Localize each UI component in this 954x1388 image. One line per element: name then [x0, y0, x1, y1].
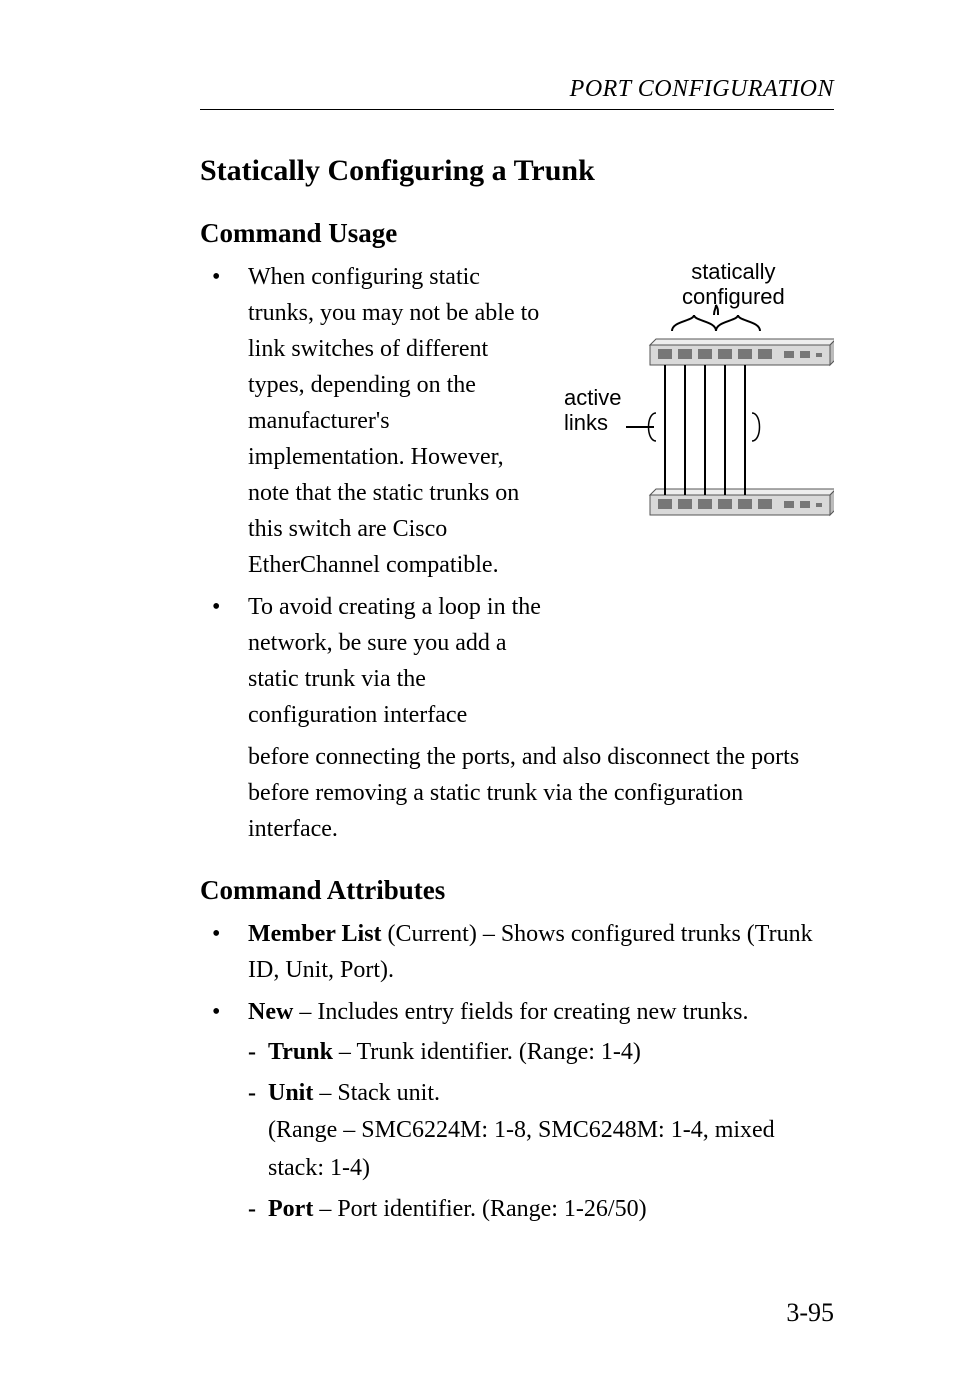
running-head-text: PORT CONFIGURATION — [570, 76, 834, 102]
command-attributes-heading: Command Attributes — [200, 875, 834, 906]
trunk-diagram: statically configured active links — [564, 259, 834, 539]
diagram-svg — [564, 259, 834, 539]
command-usage-heading: Command Usage — [200, 218, 834, 249]
sub-port-label: Port — [268, 1196, 313, 1222]
attr-new-label: New — [248, 999, 293, 1025]
usage-continuation: before connecting the ports, and also di… — [248, 739, 834, 847]
sub-unit-line2: (Range – SMC6224M: 1-8, SMC6248M: 1-4, m… — [268, 1117, 775, 1180]
sub-port-rest: – Port identifier. (Range: 1-26/50) — [313, 1196, 646, 1222]
attribute-item: Member List (Current) – Shows configured… — [200, 916, 834, 988]
switch-bottom-icon — [650, 489, 834, 515]
sub-trunk-label: Trunk — [268, 1039, 333, 1065]
usage-list: When configuring static trunks, you may … — [200, 259, 546, 733]
usage-item: To avoid creating a loop in the network,… — [200, 589, 546, 733]
section-title: Statically Configuring a Trunk — [200, 154, 834, 188]
header-rule — [200, 109, 834, 110]
sub-item: Unit – Stack unit. (Range – SMC6224M: 1-… — [248, 1075, 834, 1187]
switch-top-icon — [650, 339, 834, 365]
usage-item: When configuring static trunks, you may … — [200, 259, 546, 583]
attr-new-sublist: Trunk – Trunk identifier. (Range: 1-4) U… — [248, 1034, 834, 1228]
page-number: 3-95 — [786, 1298, 834, 1328]
attr-new-rest: – Includes entry fields for creating new… — [293, 999, 748, 1025]
sub-trunk-rest: – Trunk identifier. (Range: 1-4) — [333, 1039, 641, 1065]
sub-unit-label: Unit — [268, 1080, 313, 1106]
attr-member-label: Member List — [248, 921, 382, 947]
sub-unit-rest: – Stack unit. — [313, 1080, 440, 1106]
attributes-list: Member List (Current) – Shows configured… — [200, 916, 834, 1228]
sub-item: Trunk – Trunk identifier. (Range: 1-4) — [248, 1034, 834, 1071]
attribute-item: New – Includes entry fields for creating… — [200, 994, 834, 1228]
running-head: PORT CONFIGURATION — [200, 76, 834, 103]
sub-item: Port – Port identifier. (Range: 1-26/50) — [248, 1191, 834, 1228]
